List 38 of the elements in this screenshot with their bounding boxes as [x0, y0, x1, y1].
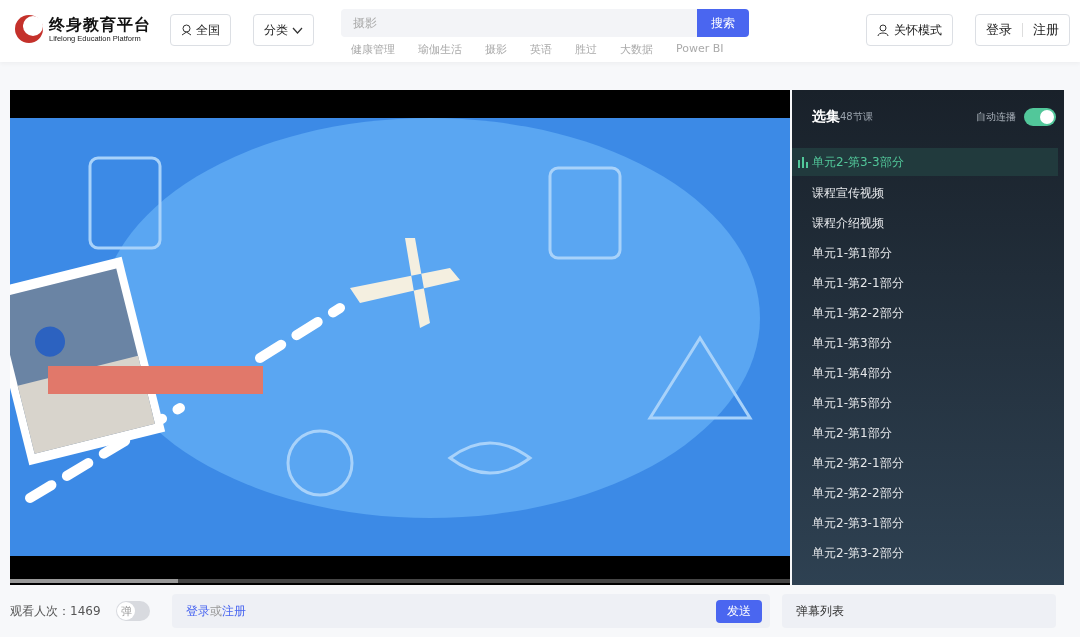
playing-icon — [798, 156, 808, 168]
comment-input[interactable]: 登录或注册 发送 — [172, 594, 770, 628]
view-count: 观看人次：1469 — [10, 602, 102, 620]
login-link[interactable]: 登录 — [186, 603, 210, 618]
person-icon — [877, 23, 890, 37]
episode-item[interactable]: 单元1-第2-2部分 — [792, 298, 1058, 328]
episode-item[interactable]: 单元1-第2-1部分 — [792, 268, 1058, 298]
episode-item[interactable]: 单元2-第3-1部分 — [792, 508, 1058, 538]
danmaku-list-title: 弹幕列表 — [796, 602, 844, 620]
logo-title: 终身教育平台 — [49, 15, 151, 34]
login-link[interactable]: 登录 — [986, 21, 1012, 39]
progress-bar[interactable] — [10, 579, 790, 583]
lesson-count: 48节课 — [840, 111, 873, 122]
episode-item[interactable]: 单元1-第5部分 — [792, 388, 1058, 418]
register-link[interactable]: 注册 — [1033, 21, 1059, 39]
send-button[interactable]: 发送 — [716, 599, 762, 623]
episode-item[interactable]: 单元2-第1部分 — [792, 418, 1058, 448]
episode-item[interactable]: 课程介绍视频 — [792, 208, 1058, 238]
episode-item[interactable]: 单元2-第3-3部分 — [792, 148, 1058, 176]
chevron-icon — [292, 26, 303, 34]
episode-item[interactable]: 单元1-第3部分 — [792, 328, 1058, 358]
episode-item[interactable]: 课程宣传视频 — [792, 178, 1058, 208]
register-link[interactable]: 注册 — [222, 603, 246, 618]
search-field[interactable]: 摄影 — [341, 9, 697, 37]
episode-item[interactable]: 单元2-第2-2部分 — [792, 478, 1058, 508]
region-button[interactable]: 全国 — [170, 14, 231, 46]
episode-item[interactable]: 单元1-第4部分 — [792, 358, 1058, 388]
autoplay-toggle[interactable] — [1024, 108, 1056, 126]
playlist-title: 选集 — [812, 108, 840, 126]
logo-icon — [14, 14, 44, 44]
care-mode-button[interactable]: 关怀模式 — [866, 14, 953, 46]
category-button[interactable]: 分类 — [253, 14, 314, 46]
autoplay-label: 自动连播 — [976, 110, 1016, 124]
episode-item[interactable]: 单元2-第3-2部分 — [792, 538, 1058, 568]
episode-item[interactable]: 单元1-第1部分 — [792, 238, 1058, 268]
search-button[interactable]: 搜索 — [697, 9, 749, 37]
episode-item[interactable]: 单元2-第2-1部分 — [792, 448, 1058, 478]
login-prompt: 登录或注册 — [186, 602, 247, 620]
